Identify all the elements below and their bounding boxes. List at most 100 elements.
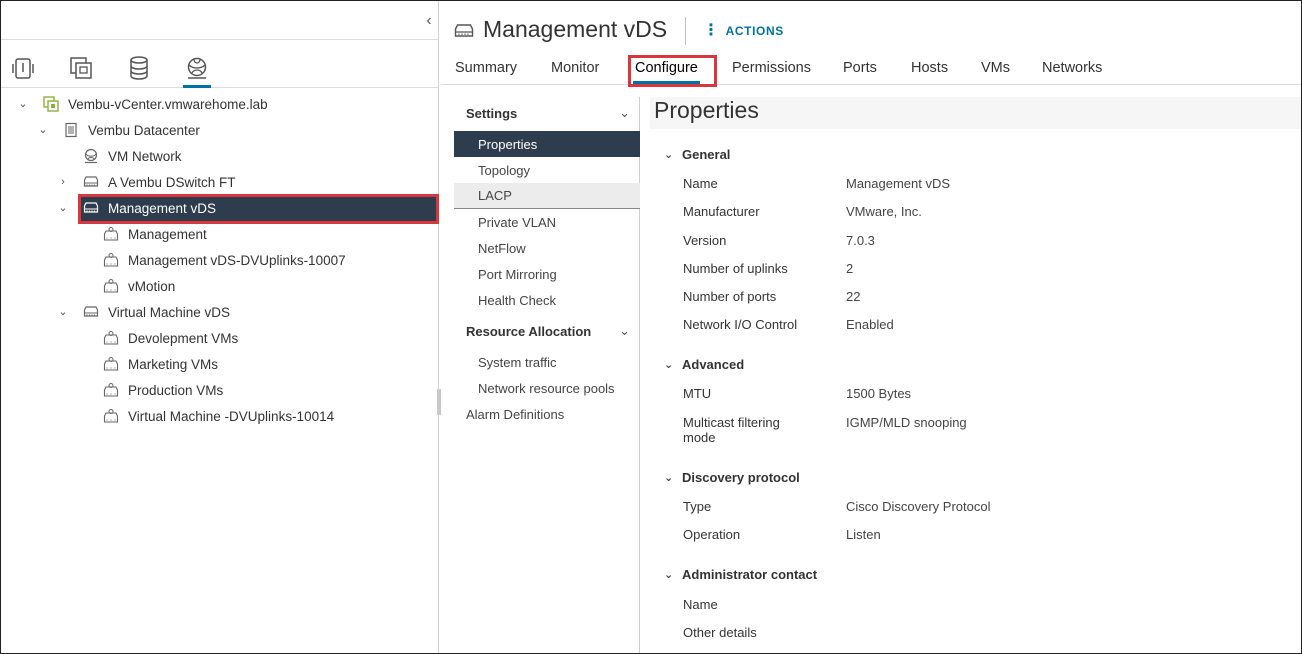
chevron-down-icon[interactable]: ⌄: [57, 202, 69, 214]
tree-item-label: Vembu Datacenter: [88, 122, 200, 138]
settings-section-toggle[interactable]: Settings ⌄: [454, 100, 640, 126]
menu-item-properties[interactable]: Properties: [454, 131, 640, 157]
section-title: Administrator contact: [682, 567, 818, 582]
prop-label: Operation: [683, 527, 741, 542]
distributed-switch-icon: [83, 174, 99, 190]
chevron-down-icon: ⌄: [664, 149, 674, 161]
section-title: Discovery protocol: [682, 470, 800, 485]
navigator-tabs: [1, 49, 439, 88]
section-title: General: [682, 147, 731, 162]
tree-item-dswitch-ft[interactable]: › A Vembu DSwitch FT: [1, 169, 439, 195]
prop-value: Listen: [846, 527, 881, 542]
storage-icon[interactable]: [119, 49, 159, 87]
actions-menu-button[interactable]: ⋮ ACTIONS: [703, 23, 784, 39]
port-group-icon: [103, 252, 119, 268]
actions-label: ACTIONS: [725, 24, 784, 38]
prop-value: Cisco Discovery Protocol: [846, 499, 991, 514]
vms-and-templates-icon[interactable]: [61, 49, 101, 87]
tree-item-label: Virtual Machine -DVUplinks-10014: [128, 408, 335, 424]
chevron-left-icon[interactable]: ‹: [421, 11, 437, 31]
port-group-icon: [103, 330, 119, 346]
port-group-icon: [103, 226, 119, 242]
prop-label: Number of uplinks: [683, 261, 788, 276]
section-advanced-toggle[interactable]: ⌄ Advanced: [664, 357, 744, 372]
prop-value: Enabled: [846, 317, 894, 332]
menu-item-netflow[interactable]: NetFlow: [454, 235, 640, 261]
menu-item-health-check[interactable]: Health Check: [454, 287, 640, 313]
tree-item-port-group[interactable]: vMotion: [1, 273, 439, 299]
resource-allocation-section-toggle[interactable]: Resource Allocation ⌄: [454, 318, 640, 344]
tree-item-label: Management: [128, 226, 207, 242]
chevron-down-icon: ⌄: [664, 359, 674, 371]
prop-label: Manufacturer: [683, 204, 760, 219]
main-content: Management vDS ⋮ ACTIONS Summary Monitor…: [441, 1, 1301, 653]
tree-item-label: VM Network: [108, 148, 182, 164]
datacenter-icon: [63, 122, 79, 138]
prop-value: 1500 Bytes: [846, 386, 912, 401]
menu-item-network-resource-pools[interactable]: Network resource pools: [454, 375, 640, 401]
inventory-navigator: ‹ ⌄ Vembu-vCenter.vmwarehome.lab ⌄ Vembu…: [1, 1, 439, 653]
section-title: Advanced: [682, 357, 745, 372]
menu-item-alarm-definitions[interactable]: Alarm Definitions: [454, 401, 640, 427]
section-label: Settings: [466, 105, 518, 121]
prop-label: Name: [683, 176, 718, 191]
prop-label: Number of ports: [683, 289, 777, 304]
tab-networks[interactable]: Networks: [1042, 60, 1102, 76]
section-discovery-protocol-toggle[interactable]: ⌄ Discovery protocol: [664, 470, 800, 485]
properties-title: Properties: [654, 97, 759, 123]
tab-vms[interactable]: VMs: [981, 60, 1010, 76]
tree-item-port-group[interactable]: Virtual Machine -DVUplinks-10014: [1, 403, 439, 429]
menu-item-topology[interactable]: Topology: [454, 157, 640, 183]
tree-item-port-group[interactable]: Production VMs: [1, 377, 439, 403]
prop-value: 7.0.3: [846, 233, 875, 248]
section-administrator-contact-toggle[interactable]: ⌄ Administrator contact: [664, 567, 817, 582]
configure-menu: Settings ⌄ Properties Topology LACP Priv…: [454, 97, 640, 653]
menu-item-system-traffic[interactable]: System traffic: [454, 349, 640, 375]
section-general-toggle[interactable]: ⌄ General: [664, 147, 730, 162]
prop-label: Other details: [683, 625, 757, 640]
prop-label: Type: [683, 499, 712, 514]
menu-item-port-mirroring[interactable]: Port Mirroring: [454, 261, 640, 287]
prop-value: VMware, Inc.: [846, 204, 922, 219]
prop-value: Management vDS: [846, 176, 951, 191]
properties-panel: Properties ⌄ General Name Management vDS …: [650, 97, 1301, 653]
tab-permissions[interactable]: Permissions: [732, 60, 811, 76]
tree-item-vm-network[interactable]: VM Network: [1, 143, 439, 169]
port-group-icon: [103, 278, 119, 294]
tree-item-label: Virtual Machine vDS: [108, 304, 231, 320]
section-label: Resource Allocation: [466, 323, 592, 339]
chevron-down-icon[interactable]: ⌄: [17, 98, 29, 110]
tree-item-port-group[interactable]: Devolepment VMs: [1, 325, 439, 351]
properties-header: Properties: [650, 97, 1301, 129]
tree-item-label: Production VMs: [128, 382, 224, 398]
chevron-down-icon: ⌄: [664, 569, 674, 581]
annotation-highlight-box: [628, 55, 717, 87]
tree-item-label: vMotion: [128, 278, 176, 294]
port-group-icon: [103, 356, 119, 372]
network-icon: [83, 148, 99, 164]
tree-item-virtual-machine-vds[interactable]: ⌄ Virtual Machine vDS: [1, 299, 439, 325]
tree-item-port-group[interactable]: Management: [1, 221, 439, 247]
tree-item-port-group[interactable]: Marketing VMs: [1, 351, 439, 377]
annotation-highlight-box: [78, 194, 439, 224]
tree-item-port-group[interactable]: Management vDS-DVUplinks-10007: [1, 247, 439, 273]
tree-item-datacenter[interactable]: ⌄ Vembu Datacenter: [1, 117, 439, 143]
hosts-and-clusters-icon[interactable]: [3, 49, 43, 87]
tab-monitor[interactable]: Monitor: [551, 60, 599, 76]
menu-item-private-vlan[interactable]: Private VLAN: [454, 209, 640, 235]
tree-item-vcenter[interactable]: ⌄ Vembu-vCenter.vmwarehome.lab: [1, 91, 439, 117]
tree-item-label: Vembu-vCenter.vmwarehome.lab: [68, 96, 268, 112]
tab-ports[interactable]: Ports: [843, 60, 877, 76]
chevron-right-icon[interactable]: ›: [57, 176, 69, 188]
chevron-down-icon: ⌄: [619, 323, 630, 338]
tab-summary[interactable]: Summary: [455, 60, 517, 76]
networking-icon[interactable]: [177, 49, 217, 88]
chevron-down-icon[interactable]: ⌄: [57, 306, 69, 318]
chevron-down-icon[interactable]: ⌄: [37, 124, 49, 136]
prop-value: 2: [846, 261, 854, 276]
tab-hosts[interactable]: Hosts: [911, 60, 948, 76]
prop-label: Version: [683, 233, 727, 248]
menu-item-lacp[interactable]: LACP: [454, 183, 640, 209]
port-group-icon: [103, 382, 119, 398]
page-title: Management vDS: [483, 16, 668, 42]
